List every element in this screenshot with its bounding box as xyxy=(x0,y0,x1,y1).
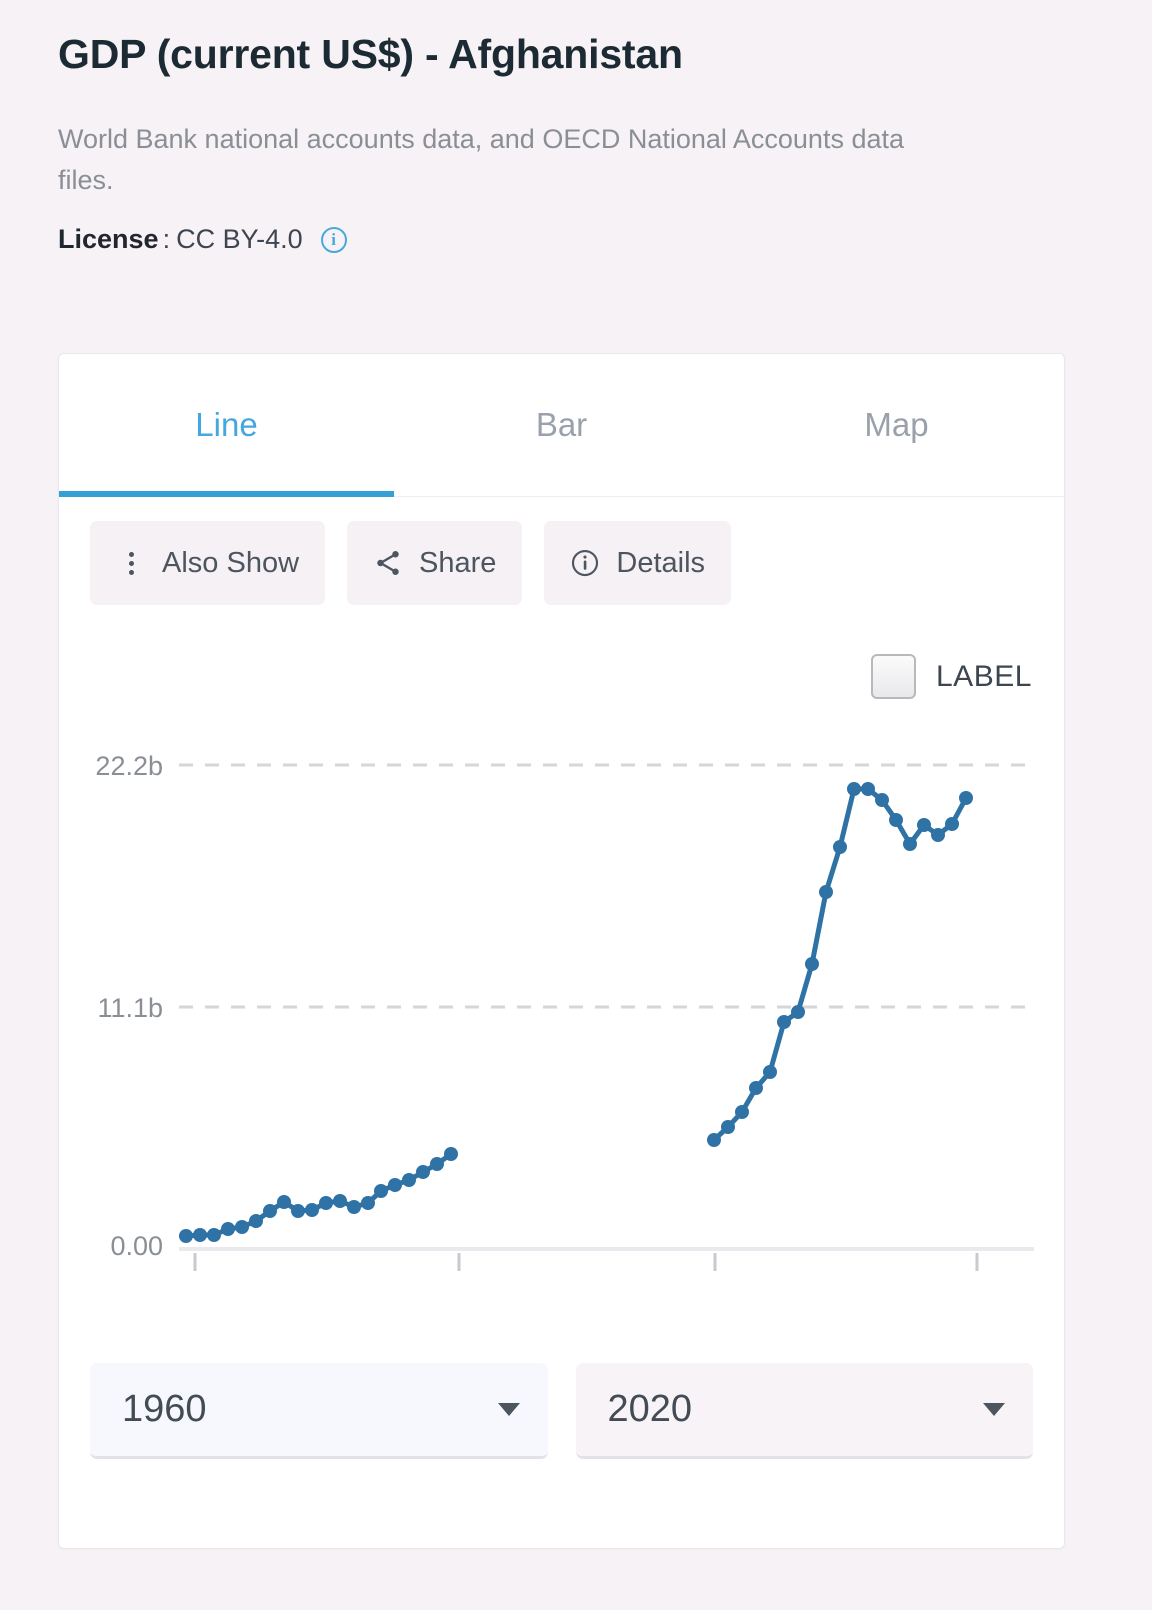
tab-map-label: Map xyxy=(864,406,929,443)
tab-line-label: Line xyxy=(195,406,258,443)
label-checkbox[interactable] xyxy=(871,654,916,699)
chevron-down-icon xyxy=(983,1403,1005,1416)
series-markers xyxy=(179,782,973,1243)
line-chart: 22.2b 11.1b 0.00 LABEL xyxy=(59,635,1064,1315)
page-title: GDP (current US$) - Afghanistan xyxy=(58,31,683,77)
chart-canvas[interactable]: 22.2b 11.1b 0.00 xyxy=(59,635,1064,1315)
source-description: World Bank national accounts data, and O… xyxy=(58,124,905,195)
chart-card: Line Bar Map Also Show Share Details 22.… xyxy=(58,353,1065,1549)
y-axis-tick-labels: 22.2b 11.1b 0.00 xyxy=(95,751,163,1261)
share-button[interactable]: Share xyxy=(347,521,523,605)
page-header: GDP (current US$) - Afghanistan World Ba… xyxy=(0,0,1152,255)
to-year-select[interactable]: 2020 xyxy=(575,1363,1033,1459)
y-gridlines xyxy=(179,763,1034,1009)
tab-map[interactable]: Map xyxy=(729,354,1064,496)
more-vertical-icon xyxy=(116,548,146,578)
ytick-label-top: 22.2b xyxy=(95,751,163,781)
from-year-value: 1960 xyxy=(122,1388,207,1430)
chart-toolbar: Also Show Share Details xyxy=(59,497,1064,605)
share-label: Share xyxy=(419,546,497,579)
details-button[interactable]: Details xyxy=(544,521,732,605)
share-icon xyxy=(373,548,403,578)
license-separator: : xyxy=(162,224,171,255)
chart-legend: LABEL xyxy=(871,654,1032,699)
license-row: License : CC BY-4.0 i xyxy=(58,224,1094,255)
ytick-label-mid: 11.1b xyxy=(97,993,163,1023)
also-show-label: Also Show xyxy=(162,546,300,579)
page-root: GDP (current US$) - Afghanistan World Ba… xyxy=(0,0,1152,1610)
also-show-button[interactable]: Also Show xyxy=(90,521,326,605)
ytick-label-bottom: 0.00 xyxy=(110,1231,163,1261)
tab-bar-label: Bar xyxy=(535,406,588,443)
from-year-select[interactable]: 1960 xyxy=(90,1363,548,1459)
chevron-down-icon xyxy=(497,1403,520,1416)
license-value[interactable]: CC BY-4.0 xyxy=(176,224,303,255)
chart-type-tabs: Line Bar Map xyxy=(59,354,1064,497)
to-year-value: 2020 xyxy=(607,1388,693,1430)
x-axis-ticks xyxy=(193,1253,979,1271)
legend-label: LABEL xyxy=(936,659,1032,693)
details-label: Details xyxy=(616,546,706,579)
info-circle-icon xyxy=(570,548,600,578)
tab-bar[interactable]: Bar xyxy=(394,354,729,496)
info-icon[interactable]: i xyxy=(320,226,347,253)
tab-line[interactable]: Line xyxy=(59,354,394,497)
license-label: License xyxy=(58,224,159,255)
year-range-controls: 1960 2020 xyxy=(59,1363,1064,1459)
